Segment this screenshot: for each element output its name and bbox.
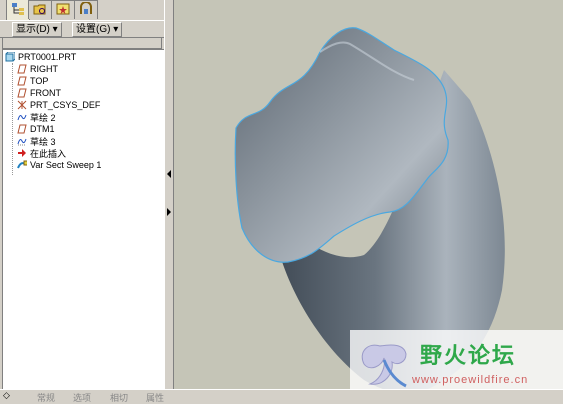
tree-item-label: DTM1 xyxy=(30,124,55,134)
tree-item-right[interactable]: RIGHT xyxy=(17,63,58,75)
datum-plane-icon xyxy=(17,88,27,98)
tab-tangency[interactable]: 相切 xyxy=(110,391,128,404)
watermark-url: www.proewildfire.cn xyxy=(412,374,529,386)
tree-guide-line xyxy=(12,63,14,175)
tree-item-csys[interactable]: PRT_CSYS_DEF xyxy=(17,99,100,111)
tree-item-front[interactable]: FRONT xyxy=(17,87,61,99)
dashboard-tab-bar: ◇ 常规 选项 相切 属性 xyxy=(0,389,563,404)
connections-icon xyxy=(79,0,93,19)
sketch-icon xyxy=(17,112,27,122)
tab-properties[interactable]: 属性 xyxy=(146,391,164,404)
tree-root-label: PRT0001.PRT xyxy=(18,52,77,62)
tree-item-dtm1[interactable]: DTM1 xyxy=(17,123,55,135)
model-tree-icon xyxy=(11,2,25,19)
watermark-title: 野火论坛 xyxy=(420,343,517,368)
show-menu-button[interactable]: 显示(D) ▾ xyxy=(12,22,62,37)
favorites-icon xyxy=(56,2,70,19)
tab-model-tree[interactable] xyxy=(6,0,30,20)
var-sect-sweep-icon xyxy=(17,160,27,170)
datum-plane-icon xyxy=(17,124,27,134)
tree-item-label: PRT_CSYS_DEF xyxy=(30,100,101,110)
tree-item-var-sect-sweep[interactable]: Var Sect Sweep 1 xyxy=(17,159,101,171)
tab-options[interactable]: 选项 xyxy=(73,391,91,404)
tree-item-label: 草绘 2 xyxy=(30,112,56,123)
tab-connections[interactable] xyxy=(74,0,98,19)
tree-item-sketch-3[interactable]: 草绘 3 xyxy=(17,135,56,147)
tree-item-top[interactable]: TOP xyxy=(17,75,48,87)
tab-general[interactable]: 常规 xyxy=(37,391,55,404)
tab-favorites[interactable] xyxy=(51,0,75,19)
watermark-logo-icon xyxy=(361,344,407,388)
folder-browser-icon xyxy=(33,2,47,19)
tree-item-label: Var Sect Sweep 1 xyxy=(30,160,102,170)
collapse-left-icon[interactable] xyxy=(167,170,171,178)
csys-icon xyxy=(17,100,27,110)
settings-menu-button[interactable]: 设置(G) ▾ xyxy=(72,22,123,37)
tab-folder-browser[interactable] xyxy=(28,0,52,19)
tree-item-label: TOP xyxy=(30,76,49,86)
insert-here-arrow-icon xyxy=(17,148,27,158)
tree-root[interactable]: PRT0001.PRT xyxy=(5,51,76,63)
tree-item-label: RIGHT xyxy=(30,64,58,74)
sketch-icon xyxy=(17,136,27,146)
tree-toolbar: 显示(D) ▾ 设置(G) ▾ xyxy=(0,20,167,38)
tree-item-insert-here[interactable]: 在此插入 xyxy=(17,147,66,159)
graphics-viewport[interactable]: 野火论坛 www.proewildfire.cn xyxy=(174,0,563,401)
navigator-tab-bar xyxy=(0,0,167,20)
tree-item-label: 在此插入 xyxy=(30,148,67,159)
datum-plane-icon xyxy=(17,76,27,86)
datum-plane-icon xyxy=(17,64,27,74)
dashboard-arrow-icon: ◇ xyxy=(3,390,10,400)
tree-item-label: FRONT xyxy=(30,88,61,98)
pane-splitter[interactable] xyxy=(164,0,174,401)
expand-right-icon[interactable] xyxy=(167,208,171,216)
part-icon xyxy=(5,52,15,62)
tree-filter-bar xyxy=(2,37,162,49)
tree-item-sketch-2[interactable]: 草绘 2 xyxy=(17,111,56,123)
model-tree: PRT0001.PRT RIGHT TOP FRONT PRT_CSYS_DEF… xyxy=(2,49,165,391)
